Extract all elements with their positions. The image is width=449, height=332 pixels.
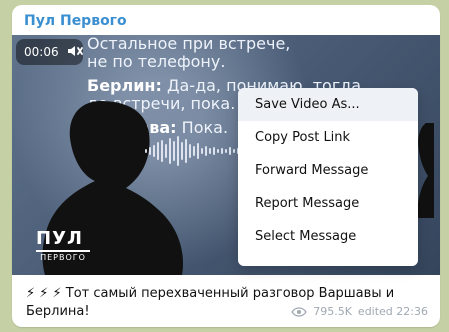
menu-item-save-video[interactable]: Save Video As... — [238, 88, 418, 121]
mute-icon[interactable] — [67, 44, 83, 61]
channel-logo: ПУЛ ПЕРВОГО — [36, 230, 90, 262]
logo-top-text: ПУЛ — [36, 228, 83, 249]
edited-time: edited 22:36 — [357, 305, 428, 318]
caption-line-2: не по телефону. — [87, 52, 226, 71]
person-silhouette-right — [416, 123, 434, 218]
menu-item-forward-message[interactable]: Forward Message — [238, 154, 418, 187]
context-menu[interactable]: Save Video As... Copy Post Link Forward … — [238, 88, 418, 266]
video-time-badge[interactable]: 00:06 — [16, 39, 83, 65]
menu-item-select-message[interactable]: Select Message — [238, 220, 418, 253]
view-count: 795.5K — [313, 305, 352, 318]
message-footer: 795.5K edited 22:36 — [291, 305, 428, 318]
logo-bottom-text: ПЕРВОГО — [36, 250, 90, 262]
caption-line-1: Остальное при встрече, — [87, 35, 291, 53]
menu-item-report-message[interactable]: Report Message — [238, 187, 418, 220]
video-time: 00:06 — [24, 45, 59, 59]
channel-name[interactable]: Пул Первого — [24, 13, 127, 29]
eye-icon — [291, 306, 307, 317]
menu-item-copy-post-link[interactable]: Copy Post Link — [238, 121, 418, 154]
